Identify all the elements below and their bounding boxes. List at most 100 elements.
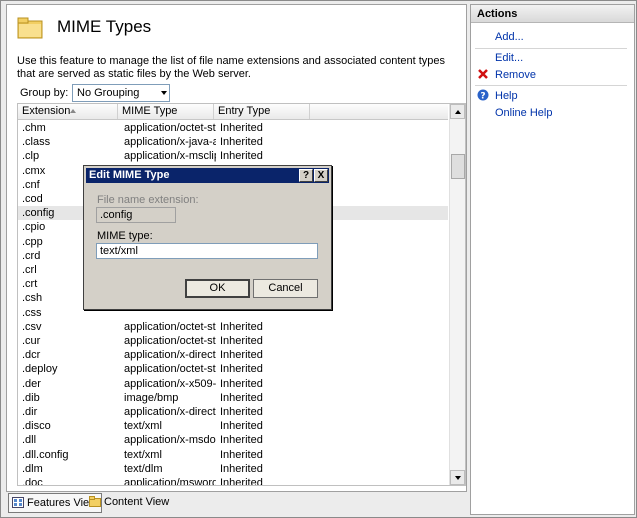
mime-type-cell: application/octet-st... <box>124 122 216 134</box>
extension-cell: .class <box>22 136 51 149</box>
view-switcher: Features View Content View <box>6 492 466 513</box>
mime-type-cell: text/dlm <box>124 462 163 475</box>
table-row[interactable]: .deploy application/octet-st... Inherited <box>18 362 448 376</box>
table-row[interactable]: .cur application/octet-st... Inherited <box>18 334 448 348</box>
entry-type-cell: Inherited <box>220 448 263 461</box>
remove-action-link[interactable]: Remove <box>495 69 536 81</box>
scroll-down-button[interactable] <box>450 470 465 485</box>
extension-cell: .dll <box>22 434 37 447</box>
mime-type-cell: application/x-director <box>124 406 216 418</box>
list-header: Extension MIME Type Entry Type <box>18 104 448 120</box>
arrow-up-icon <box>455 110 461 114</box>
actions-divider <box>475 85 627 86</box>
mime-type-cell: application/x-msclip <box>124 150 216 163</box>
mime-type-cell: text/xml <box>124 448 162 461</box>
extension-cell: .dcr <box>22 349 41 362</box>
extension-cell: .dlm <box>22 462 43 475</box>
table-row[interactable]: .class application/x-java-a... Inherited <box>18 135 448 149</box>
extension-cell: .der <box>22 377 41 390</box>
entry-type-cell: Inherited <box>220 434 263 447</box>
features-view-icon <box>12 497 24 508</box>
edit-action-link[interactable]: Edit... <box>495 52 523 64</box>
table-row[interactable]: .der application/x-x509-... Inherited <box>18 377 448 391</box>
mime-type-cell: image/bmp <box>124 391 179 404</box>
table-row[interactable]: .chm application/octet-st... Inherited <box>18 121 448 135</box>
add-action-link[interactable]: Add... <box>495 31 524 43</box>
mime-type-label: MIME type: <box>97 230 153 242</box>
table-row[interactable]: .dib image/bmp Inherited <box>18 391 448 405</box>
help-action-link[interactable]: Help <box>495 90 518 102</box>
file-extension-label: File name extension: <box>97 194 199 206</box>
remove-icon <box>478 69 488 79</box>
entry-type-cell: Inherited <box>220 391 263 404</box>
extension-cell: .chm <box>22 122 46 134</box>
column-header-mime-type[interactable]: MIME Type <box>118 104 214 119</box>
vertical-scrollbar[interactable] <box>449 104 465 485</box>
online-help-action-link[interactable]: Online Help <box>495 107 552 119</box>
scroll-thumb[interactable] <box>451 154 465 179</box>
actions-divider <box>475 48 627 49</box>
cancel-button[interactable]: Cancel <box>253 279 318 298</box>
entry-type-cell: Inherited <box>220 462 263 475</box>
svg-text:?: ? <box>480 92 485 102</box>
extension-cell: .cur <box>22 335 41 347</box>
edit-mime-type-dialog: Edit MIME Type ? X File name extension: … <box>83 165 332 310</box>
table-row[interactable]: .dir application/x-director Inherited <box>18 405 448 419</box>
entry-type-cell: Inherited <box>220 363 263 376</box>
entry-type-cell: Inherited <box>220 136 263 149</box>
table-row[interactable]: .clp application/x-msclip Inherited <box>18 149 448 163</box>
group-by-select[interactable]: No Grouping <box>72 84 170 102</box>
entry-type-cell: Inherited <box>220 150 263 163</box>
table-row[interactable]: .dcr application/x-director Inherited <box>18 348 448 362</box>
table-row[interactable]: .dll.config text/xml Inherited <box>18 448 448 462</box>
table-row[interactable]: .dll application/x-msdo... Inherited <box>18 433 448 447</box>
extension-cell: .doc <box>22 477 43 486</box>
mime-type-cell: application/octet-st... <box>124 363 216 376</box>
mime-type-field[interactable]: text/xml <box>96 243 318 259</box>
dialog-close-button[interactable]: X <box>314 169 328 182</box>
entry-type-cell: Inherited <box>220 477 263 486</box>
page-title: MIME Types <box>57 17 152 36</box>
table-row[interactable]: .doc application/msword Inherited <box>18 476 448 486</box>
column-header-extension[interactable]: Extension <box>18 104 118 119</box>
extension-cell: .clp <box>22 150 40 163</box>
group-by-bar: Group by: No Grouping <box>17 84 447 102</box>
folder-icon <box>17 17 43 39</box>
extension-cell: .dll.config <box>22 448 69 461</box>
mime-type-cell: application/octet-st... <box>124 320 216 333</box>
entry-type-cell: Inherited <box>220 320 263 333</box>
dialog-title-bar: Edit MIME Type ? X <box>86 168 329 183</box>
close-icon: X <box>317 170 325 181</box>
entry-type-cell: Inherited <box>220 377 263 390</box>
group-by-label: Group by: <box>20 87 69 99</box>
extension-cell: .disco <box>22 420 51 433</box>
sort-ascending-icon <box>70 109 76 113</box>
scroll-up-button[interactable] <box>450 104 465 119</box>
file-extension-field: .config <box>96 207 176 223</box>
chevron-down-icon <box>161 91 167 95</box>
column-header-entry-type[interactable]: Entry Type <box>214 104 310 119</box>
entry-type-cell: Inherited <box>220 420 263 433</box>
mime-type-cell: application/x-msdo... <box>124 434 216 447</box>
actions-pane: Actions Add... Edit... Remove ? Help Onl… <box>470 4 635 515</box>
actions-header: Actions <box>471 5 634 23</box>
entry-type-cell: Inherited <box>220 122 263 134</box>
group-by-value: No Grouping <box>77 87 140 99</box>
help-icon: ? <box>477 89 489 101</box>
table-row[interactable]: .csv application/octet-st... Inherited <box>18 320 448 334</box>
question-mark-icon: ? <box>302 170 310 181</box>
window-frame: MIME Types Use this feature to manage th… <box>0 0 637 518</box>
mime-type-cell: application/msword <box>124 477 216 486</box>
table-row[interactable]: .dlm text/dlm Inherited <box>18 462 448 476</box>
page-description: Use this feature to manage the list of f… <box>17 55 446 80</box>
mime-type-cell: application/x-x509-... <box>124 377 216 390</box>
entry-type-cell: Inherited <box>220 406 263 418</box>
ok-button[interactable]: OK <box>185 279 250 298</box>
dialog-help-button[interactable]: ? <box>299 169 313 182</box>
content-view-icon <box>89 496 101 507</box>
entry-type-cell: Inherited <box>220 349 263 362</box>
mime-type-cell: text/xml <box>124 420 162 433</box>
table-row[interactable]: .disco text/xml Inherited <box>18 419 448 433</box>
dialog-title: Edit MIME Type <box>89 169 170 181</box>
content-view-tab[interactable]: Content View <box>86 493 173 511</box>
